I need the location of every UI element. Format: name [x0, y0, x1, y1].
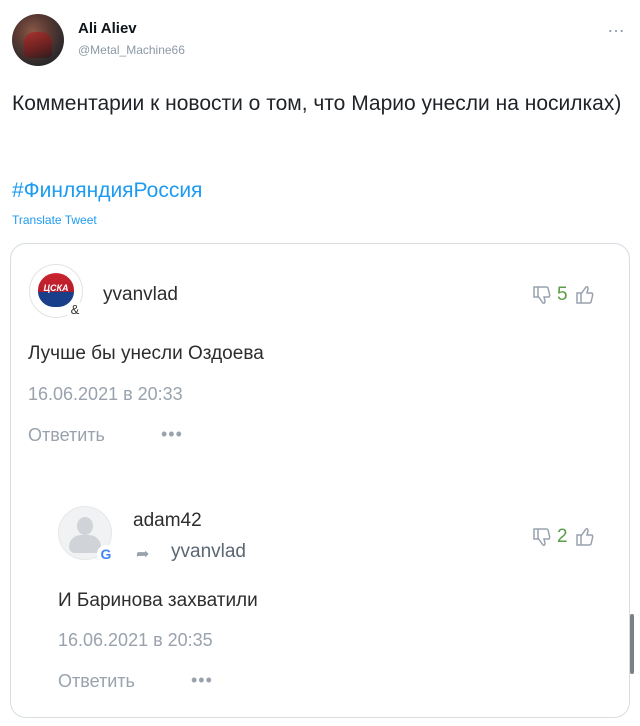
default-avatar-head: [77, 517, 93, 535]
cska-logo-text: ЦСКА: [43, 283, 69, 293]
like-icon[interactable]: [574, 284, 594, 306]
comment-more-icon[interactable]: •••: [161, 424, 183, 445]
author-avatar[interactable]: [12, 14, 64, 66]
translate-tweet-link[interactable]: Translate Tweet: [12, 213, 97, 227]
comment-text: Лучше бы унесли Оздоева: [28, 343, 264, 364]
reply-to-author[interactable]: yvanvlad: [171, 541, 246, 563]
commenter-avatar[interactable]: ЦСКА &: [29, 264, 84, 319]
comment-text: И Баринова захватили: [58, 590, 258, 611]
google-icon: G: [97, 545, 115, 563]
dislike-icon[interactable]: [531, 284, 551, 306]
comment-date: 16.06.2021 в 20:35: [58, 630, 213, 650]
like-count: 2: [557, 526, 568, 547]
comment-author[interactable]: yvanvlad: [103, 284, 178, 306]
author-handle[interactable]: @Metal_Machine66: [78, 43, 185, 57]
hashtag-link[interactable]: #ФинляндияРоссия: [12, 179, 202, 203]
comment-date: 16.06.2021 в 20:33: [28, 384, 183, 404]
comment-more-icon[interactable]: •••: [191, 670, 213, 691]
like-control: 2: [531, 526, 594, 548]
more-options-icon[interactable]: …: [607, 16, 626, 37]
reply-button[interactable]: Ответить: [28, 425, 105, 446]
scrollbar[interactable]: [630, 614, 634, 674]
reply-arrow-icon: ➦: [136, 546, 150, 563]
like-icon[interactable]: [574, 526, 594, 548]
reply-button[interactable]: Ответить: [58, 671, 135, 692]
comment-author[interactable]: adam42: [133, 510, 202, 532]
dislike-icon[interactable]: [531, 526, 551, 548]
like-count: 5: [557, 284, 568, 305]
ampersand-badge: &: [66, 301, 84, 319]
tweet-text: Комментарии к новости о том, что Марио у…: [12, 92, 622, 115]
commenter-avatar[interactable]: G: [58, 506, 115, 563]
embedded-comments-screenshot: ЦСКА & yvanvlad 5 Лучше бы унесли Оздоев…: [10, 243, 634, 718]
like-control: 5: [531, 284, 594, 306]
tweet-header: Ali Aliev @Metal_Machine66 …: [10, 12, 630, 72]
author-name[interactable]: Ali Aliev: [78, 20, 137, 37]
default-avatar-body: [69, 535, 101, 553]
